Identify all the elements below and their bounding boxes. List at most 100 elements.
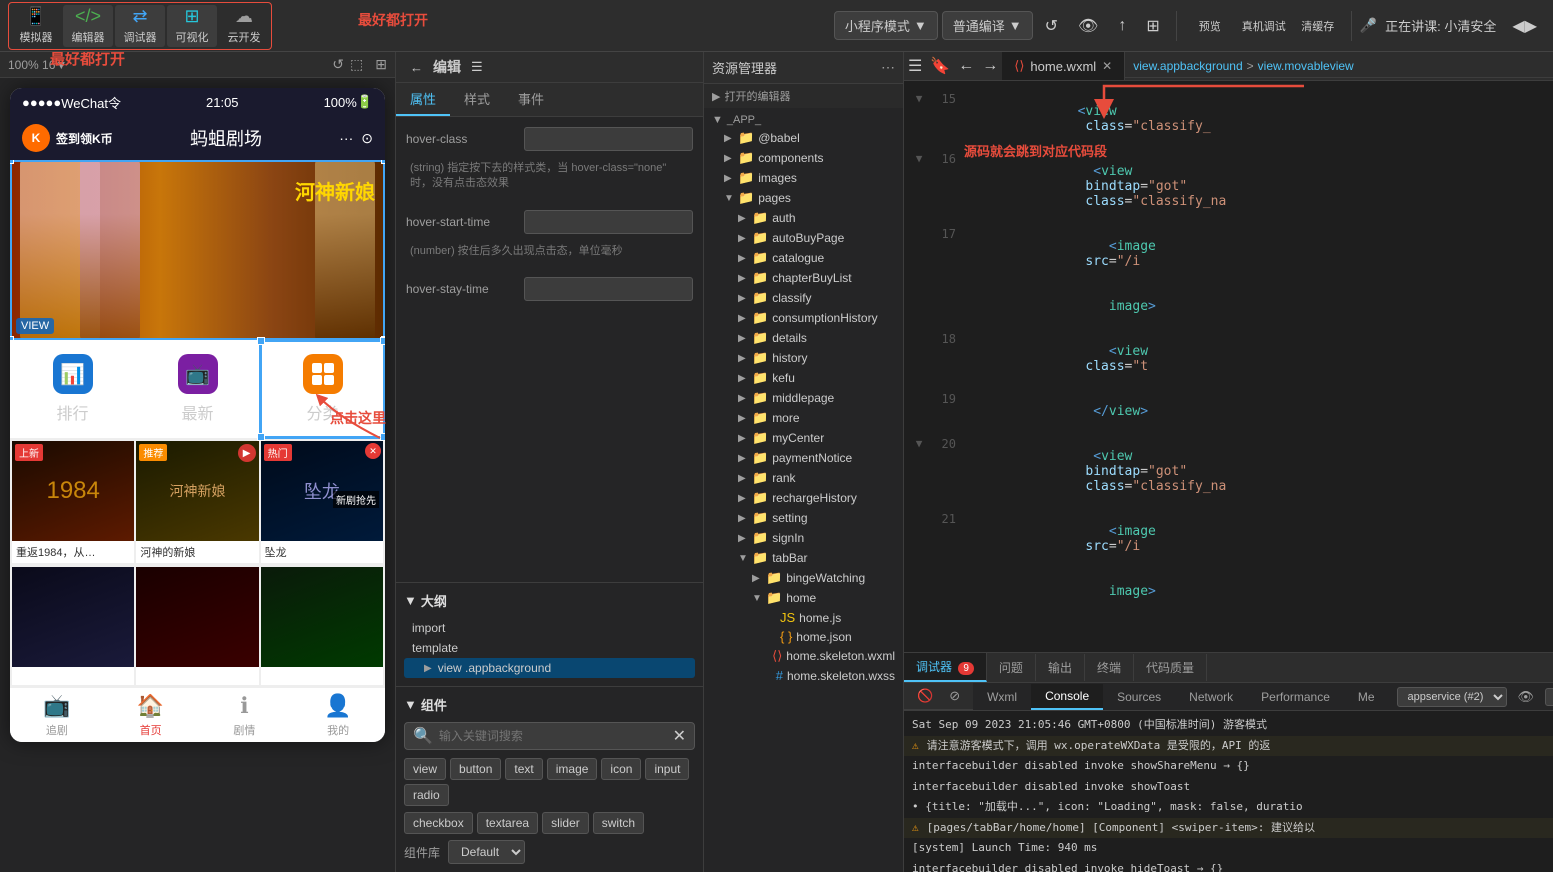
code-forward-btn[interactable]: → [978,53,1002,79]
debugger-btn[interactable]: ⇄ 调试器 [115,5,165,47]
chip-text[interactable]: text [505,758,542,780]
chip-switch[interactable]: switch [593,812,644,834]
tree-rechargehist[interactable]: ▶ 📁 rechargeHistory [704,488,903,508]
cat-tab-new[interactable]: 📺 最新 [135,340,260,438]
chip-button[interactable]: button [450,758,501,780]
preview-btn[interactable]: 预览 [1185,5,1235,47]
hover-start-input[interactable] [524,210,693,234]
console-stop-btn[interactable]: ⊘ [944,686,965,706]
refresh-btn[interactable]: ↺ [1037,12,1066,40]
nav-mine[interactable]: 👤 我的 [291,688,385,742]
tree-bingewatching[interactable]: ▶ 📁 bingeWatching [704,568,903,588]
clear-cache-btn[interactable]: 清缓存 [1293,5,1343,47]
tree-middlepage[interactable]: ▶ 📁 middlepage [704,388,903,408]
chip-input[interactable]: input [645,758,689,780]
tree-chapterbuylist[interactable]: ▶ 📁 chapterBuyList [704,268,903,288]
more-tools-btn[interactable]: ⊞ [375,56,387,73]
chip-view[interactable]: view [404,758,446,780]
chip-textarea[interactable]: textarea [477,812,538,834]
simulator-btn[interactable]: 📱 模拟器 [11,5,61,47]
nav-plot[interactable]: ℹ 剧情 [198,688,292,742]
debug-tab-problem[interactable]: 问题 [987,654,1036,681]
eye-btn[interactable]: 👁 [1070,12,1106,40]
code-back-btn[interactable]: ← [954,53,978,79]
compile-selector[interactable]: 普通编译 ▼ [942,11,1033,40]
tree-setting[interactable]: ▶ 📁 setting [704,508,903,528]
cloud-btn[interactable]: ☁ 云开发 [219,5,269,47]
console-tab-network[interactable]: Network [1175,685,1247,709]
screenshot-btn[interactable]: ⬚ [350,56,363,73]
debug-tab-debugger[interactable]: 调试器 9 [904,653,987,682]
tree-classify[interactable]: ▶ 📁 classify [704,288,903,308]
comp-lib-select[interactable]: Default [448,840,525,864]
mode-selector[interactable]: 小程序模式 ▼ [834,11,938,40]
console-eye-btn[interactable]: 👁 [1513,687,1540,707]
editor-btn[interactable]: </> 编辑器 [63,5,113,47]
editor-menu-btn[interactable]: ☰ [465,56,489,78]
console-clear-btn[interactable]: 🚫 [912,686,938,706]
filter-input[interactable] [1545,688,1553,706]
debug-tab-quality[interactable]: 代码质量 [1134,654,1207,681]
tree-images[interactable]: ▶ 📁 images [704,168,903,188]
outline-template[interactable]: template [404,638,695,658]
tree-babel[interactable]: ▶ 📁 @babel [704,128,903,148]
chip-image[interactable]: image [547,758,598,780]
tree-home-skeleton-wxml[interactable]: ⟨⟩ home.skeleton.wxml [704,646,903,666]
console-tab-sources[interactable]: Sources [1103,685,1175,709]
tree-details[interactable]: ▶ 📁 details [704,328,903,348]
hover-stay-input[interactable] [524,277,693,301]
chip-slider[interactable]: slider [542,812,589,834]
tree-components[interactable]: ▶ 📁 components [704,148,903,168]
file-header-more-btn[interactable]: ⋯ [881,59,895,76]
user-menu-btn[interactable]: ◀▶ [1504,12,1545,40]
debug-tab-terminal[interactable]: 终端 [1085,654,1134,681]
bookmark-btn[interactable]: 🔖 [926,52,954,80]
card-2[interactable]: 河神新娘 推荐 ▶ 河神的新娘 [136,441,258,563]
card-6[interactable] [261,567,383,685]
breadcrumb-item-1[interactable]: view.appbackground [1133,59,1242,73]
visual-btn[interactable]: ⊞ 可视化 [167,5,217,47]
outline-import[interactable]: import [404,618,695,638]
tree-history[interactable]: ▶ 📁 history [704,348,903,368]
tree-home[interactable]: ▼ 📁 home [704,588,903,608]
tab-properties[interactable]: 属性 [396,83,450,116]
editor-back-btn[interactable]: ← [404,57,429,78]
opened-editors-section[interactable]: ▶ 打开的编辑器 [704,84,903,108]
console-tab-performance[interactable]: Performance [1247,685,1344,709]
tree-kefu[interactable]: ▶ 📁 kefu [704,368,903,388]
cat-tab-classify[interactable]: 分类 [260,340,385,438]
chip-radio[interactable]: radio [404,784,449,806]
hover-class-input[interactable] [524,127,693,151]
breadcrumb-item-2[interactable]: view.movableview [1258,59,1354,73]
tree-mycenter[interactable]: ▶ 📁 myCenter [704,428,903,448]
debug-tab-output[interactable]: 输出 [1036,654,1085,681]
console-tab-wxml[interactable]: Wxml [973,685,1031,709]
appservice-select[interactable]: appservice (#2) [1397,687,1507,707]
chip-checkbox[interactable]: checkbox [404,812,473,834]
tree-home-json[interactable]: { } home.json [704,627,903,646]
tree-conshistory[interactable]: ▶ 📁 consumptionHistory [704,308,903,328]
fold-15[interactable]: ▼ [912,89,926,109]
tree-pages[interactable]: ▼ 📁 pages [704,188,903,208]
tree-tabbar[interactable]: ▼ 📁 tabBar [704,548,903,568]
tree-more[interactable]: ▶ 📁 more [704,408,903,428]
tab-event[interactable]: 事件 [504,83,558,116]
sidebar-toggle-btn[interactable]: ☰ [904,52,926,80]
nav-follow[interactable]: 📺 追剧 [10,688,104,742]
chip-icon[interactable]: icon [601,758,641,780]
comp-search-bar[interactable]: 🔍 ✕ [404,722,695,750]
tree-rank[interactable]: ▶ 📁 rank [704,468,903,488]
cat-tab-rank[interactable]: 📊 排行 [10,340,135,438]
fold-20[interactable]: ▼ [912,434,926,454]
tab-style[interactable]: 样式 [450,83,504,116]
tree-home-js[interactable]: JS home.js [704,608,903,627]
rotate-btn[interactable]: ↺ [332,56,344,73]
tree-autobiuy[interactable]: ▶ 📁 autoBuyPage [704,228,903,248]
tree-catalogue[interactable]: ▶ 📁 catalogue [704,248,903,268]
tree-home-skeleton-wxss[interactable]: # home.skeleton.wxss [704,666,903,685]
layers-btn[interactable]: ⊞ [1138,12,1167,40]
console-tab-console[interactable]: Console [1031,684,1103,710]
fold-16[interactable]: ▼ [912,149,926,169]
card-3-close[interactable]: ✕ [365,443,381,459]
code-tab-close-btn[interactable]: ✕ [1102,59,1112,73]
